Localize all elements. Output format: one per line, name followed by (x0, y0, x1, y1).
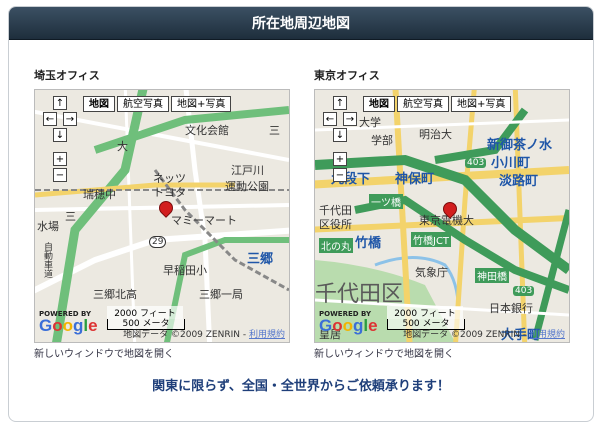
map-label: 日本銀行 (489, 302, 533, 315)
copyright-text: 地図データ ©2009 ZENRIN - (403, 330, 527, 340)
google-logo[interactable]: Google (39, 316, 98, 336)
map-panel: 所在地周辺地図 埼玉オフィス 文化会館 ネッツ トヨタ 江戸川 運動公園 瑞穂中… (8, 6, 594, 422)
pan-up-button[interactable]: ↑ (53, 96, 67, 110)
pan-right-button[interactable]: → (343, 112, 357, 126)
saitama-office-title: 埼玉オフィス (34, 69, 100, 82)
map-label: 三郷北高 (93, 288, 137, 301)
tokyo-map[interactable]: 大学 明治大 新御茶ノ水 小川町 淡路町 九段下 神保町 千代田 区役所 東京電… (314, 89, 570, 343)
map-label: 三 (269, 124, 280, 137)
map-label: 早稲田小 (163, 264, 207, 277)
pan-left-button[interactable]: ← (323, 112, 337, 126)
saitama-map-type-controls: 地図 航空写真 地図+写真 (83, 96, 233, 112)
saitama-map[interactable]: 文化会館 ネッツ トヨタ 江戸川 運動公園 瑞穂中 マミーマート 三郷 早稲田小… (34, 89, 290, 343)
map-type-hybrid-button[interactable]: 地図+写真 (171, 96, 232, 112)
map-label: 竹橋 (355, 236, 382, 251)
map-label: 江戸川 (231, 164, 264, 177)
saitama-open-map-link[interactable]: 新しいウィンドウで地図を開く (34, 345, 174, 360)
map-label: 神田橋 (475, 268, 509, 283)
map-label: 三 (65, 210, 76, 223)
map-label: 区役所 (319, 218, 352, 231)
panel-header: 所在地周辺地図 (9, 7, 593, 40)
scale-feet-label: 2000 フィート (107, 306, 183, 319)
map-label: 学部 (371, 134, 393, 147)
zoom-in-button[interactable]: + (53, 152, 67, 166)
map-label: 大学 (359, 116, 381, 129)
pan-down-button[interactable]: ↓ (53, 128, 67, 142)
map-label: 神保町 (395, 172, 435, 187)
map-label: 明治大 (419, 128, 452, 141)
map-label: 瑞穂中 (83, 188, 116, 201)
route-badge: 29 (149, 236, 167, 248)
map-copyright: 地図データ ©2009 ZENRIN - 利用規約 (403, 327, 565, 340)
map-type-satellite-button[interactable]: 航空写真 (397, 96, 449, 112)
map-label: 大 (117, 140, 128, 153)
pan-left-button[interactable]: ← (43, 112, 57, 126)
route-badge: 403 (513, 286, 535, 296)
map-label: 一ツ橋 (369, 194, 403, 209)
panel-title: 所在地周辺地図 (252, 16, 350, 32)
map-type-hybrid-button[interactable]: 地図+写真 (451, 96, 512, 112)
tokyo-map-type-controls: 地図 航空写真 地図+写真 (363, 96, 513, 112)
map-label: 運動公園 (225, 180, 269, 193)
map-label: 北の丸 (319, 238, 353, 253)
scale-feet-label: 2000 フィート (387, 306, 463, 319)
zoom-in-button[interactable]: + (333, 152, 347, 166)
terms-link[interactable]: 利用規約 (529, 330, 565, 340)
map-label: 気象庁 (415, 266, 448, 279)
tokyo-open-map-link[interactable]: 新しいウィンドウで地図を開く (314, 345, 454, 360)
terms-link[interactable]: 利用規約 (249, 330, 285, 340)
map-label: 三郷 (247, 252, 274, 267)
pan-up-button[interactable]: ↑ (333, 96, 347, 110)
map-label: 竹橋JCT (411, 232, 452, 247)
map-label: マミーマート (171, 214, 237, 227)
map-label: 新御茶ノ水 (487, 138, 553, 153)
route-badge: 403 (465, 158, 487, 168)
zoom-out-button[interactable]: − (53, 168, 67, 182)
map-label: 淡路町 (499, 174, 539, 189)
map-label: トヨタ (153, 186, 186, 199)
map-label: 自動車道 (42, 242, 52, 278)
map-type-satellite-button[interactable]: 航空写真 (117, 96, 169, 112)
footer-message: 関東に限らず、全国・全世界からご依頼承ります！ (152, 379, 450, 394)
pan-right-button[interactable]: → (63, 112, 77, 126)
tokyo-office-title: 東京オフィス (314, 69, 380, 82)
map-copyright: 地図データ ©2009 ZENRIN - 利用規約 (123, 327, 285, 340)
map-label: 文化会館 (185, 124, 229, 137)
google-logo[interactable]: Google (319, 316, 378, 336)
zoom-out-button[interactable]: − (333, 168, 347, 182)
map-label: 水場 (37, 220, 59, 233)
pan-down-button[interactable]: ↓ (333, 128, 347, 142)
map-type-map-button[interactable]: 地図 (83, 96, 115, 112)
map-type-map-button[interactable]: 地図 (363, 96, 395, 112)
map-label: 小川町 (491, 156, 531, 171)
map-label: 三郷一局 (199, 288, 243, 301)
map-label: 千代田区 (315, 282, 404, 307)
copyright-text: 地図データ ©2009 ZENRIN - (123, 330, 247, 340)
